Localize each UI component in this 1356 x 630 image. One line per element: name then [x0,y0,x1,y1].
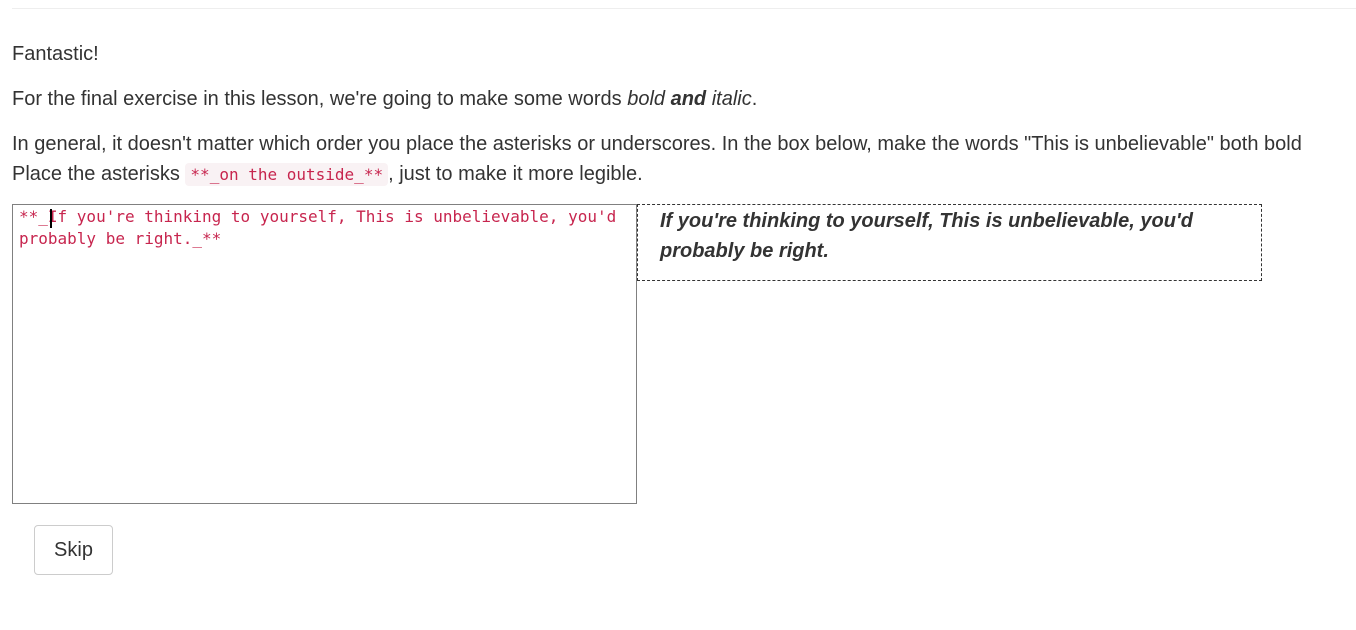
instructions-line-2-end: , just to make it more legible. [388,163,643,185]
rendered-preview: If you're thinking to yourself, This is … [637,204,1262,281]
markdown-editor[interactable]: **_If you're thinking to yourself, This … [12,204,637,504]
intro-italic-word: italic [711,88,752,110]
top-divider [12,8,1356,9]
preview-text: If you're thinking to yourself, This is … [660,210,1193,262]
praise-text: Fantastic! [12,43,99,65]
editor-content[interactable]: **_If you're thinking to yourself, This … [19,206,619,250]
text-cursor [50,209,52,228]
intro-text: For the final exercise in this lesson, w… [12,88,628,110]
intro-and-word: and [670,88,707,110]
instructions-line-2-start: Place the asterisks [12,163,186,185]
skip-button[interactable]: Skip [34,525,113,575]
instructions-line-2: Place the asterisks **_on the outside_**… [12,159,643,190]
intro-end: . [751,88,758,110]
intro-paragraph: For the final exercise in this lesson, w… [12,84,757,114]
intro-bold-word: bold [627,88,666,110]
inline-code-example: **_on the outside_** [185,163,389,186]
instructions-line-1: In general, it doesn't matter which orde… [12,133,1302,155]
